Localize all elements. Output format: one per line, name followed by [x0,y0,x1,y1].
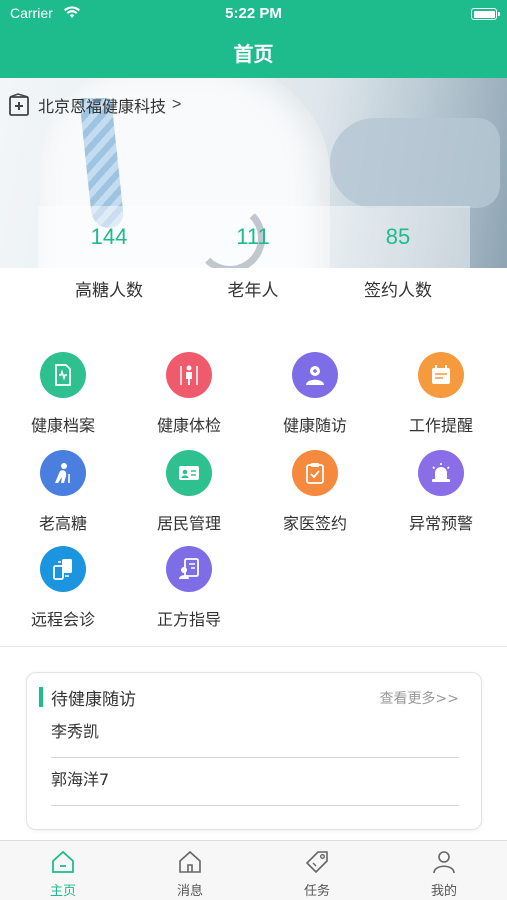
stat-label-elderly: 老年人 [227,281,279,301]
grid-item-physical-exam[interactable]: 健康体检 [126,352,252,436]
grid-label: 健康档案 [30,416,95,435]
tab-tasks[interactable]: 任务 [254,849,380,899]
tab-messages[interactable]: 消息 [127,849,253,899]
hospital-icon [9,93,29,116]
message-home-icon [179,850,201,873]
tab-label: 我的 [430,884,457,899]
pending-followup-card: 待健康随访 查看更多>> 李秀凯 郭海洋7 [26,672,482,830]
battery-icon [471,8,500,20]
stat-value-elderly: 111 [236,224,270,249]
health-record-icon [40,352,86,398]
guidance-icon [166,546,212,592]
card-title: 待健康随访 [51,690,136,710]
doctor-followup-icon [292,352,338,398]
stat-value-high-sugar: 144 [90,224,128,249]
task-tag-icon [305,851,328,874]
tab-bar: 主页 消息 任务 我的 [0,840,507,900]
grid-item-abnormal-alert[interactable]: 异常预警 [378,450,504,534]
alarm-icon [418,450,464,496]
view-more-link[interactable]: 查看更多>> [380,688,459,708]
resident-card-icon [166,450,212,496]
grid-item-health-followup[interactable]: 健康随访 [252,352,378,436]
home-icon [52,850,74,873]
tab-label: 任务 [303,884,330,899]
grid-label: 异常预警 [408,514,473,533]
stat-label-high-sugar: 高糖人数 [75,281,143,301]
top-bar: Carrier 5:22 PM 首页 [0,0,507,78]
grid-label: 家医签约 [282,514,347,533]
grid-label: 老高糖 [38,514,87,533]
followup-list-item[interactable]: 李秀凯 [51,710,459,758]
remote-consult-icon [40,546,86,592]
status-bar: Carrier 5:22 PM [0,0,507,28]
grid-label: 工作提醒 [408,416,473,435]
grid-label: 健康体检 [156,416,221,435]
grid-item-work-reminder[interactable]: 工作提醒 [378,352,504,436]
org-name: 北京恩福健康科技 [38,97,167,116]
tab-label: 消息 [176,884,203,899]
org-arrow: > [172,96,182,113]
profile-icon [433,851,455,874]
tab-profile[interactable]: 我的 [381,849,507,899]
grid-label: 正方指导 [156,610,221,629]
grid-label: 健康随访 [282,416,347,435]
grid-item-remote-consultation[interactable]: 远程会诊 [0,546,126,630]
tab-home[interactable]: 主页 [0,849,126,899]
elderly-icon [40,450,86,496]
stat-label-contracted: 签约人数 [364,281,432,301]
arm-illustration [330,118,500,208]
followup-list-item[interactable]: 郭海洋7 [51,758,459,806]
tab-label: 主页 [49,884,76,899]
grid-item-health-record[interactable]: 健康档案 [0,352,126,436]
page-title: 首页 [233,42,274,66]
grid-item-prescription-guidance[interactable]: 正方指导 [126,546,252,630]
grid-item-family-doctor-contract[interactable]: 家医签约 [252,450,378,534]
grid-item-elderly-high-sugar[interactable]: 老高糖 [0,450,126,534]
card-accent-bar [39,687,43,707]
contract-clipboard-icon [292,450,338,496]
grid-label: 居民管理 [156,514,221,533]
org-selector[interactable]: 北京恩福健康科技 > [8,92,181,118]
clock: 5:22 PM [225,5,282,22]
work-reminder-icon [418,352,464,398]
stat-value-contracted: 85 [385,224,411,249]
section-divider [0,646,507,647]
physical-exam-icon [166,352,212,398]
grid-label: 远程会诊 [30,610,95,629]
grid-item-resident-management[interactable]: 居民管理 [126,450,252,534]
